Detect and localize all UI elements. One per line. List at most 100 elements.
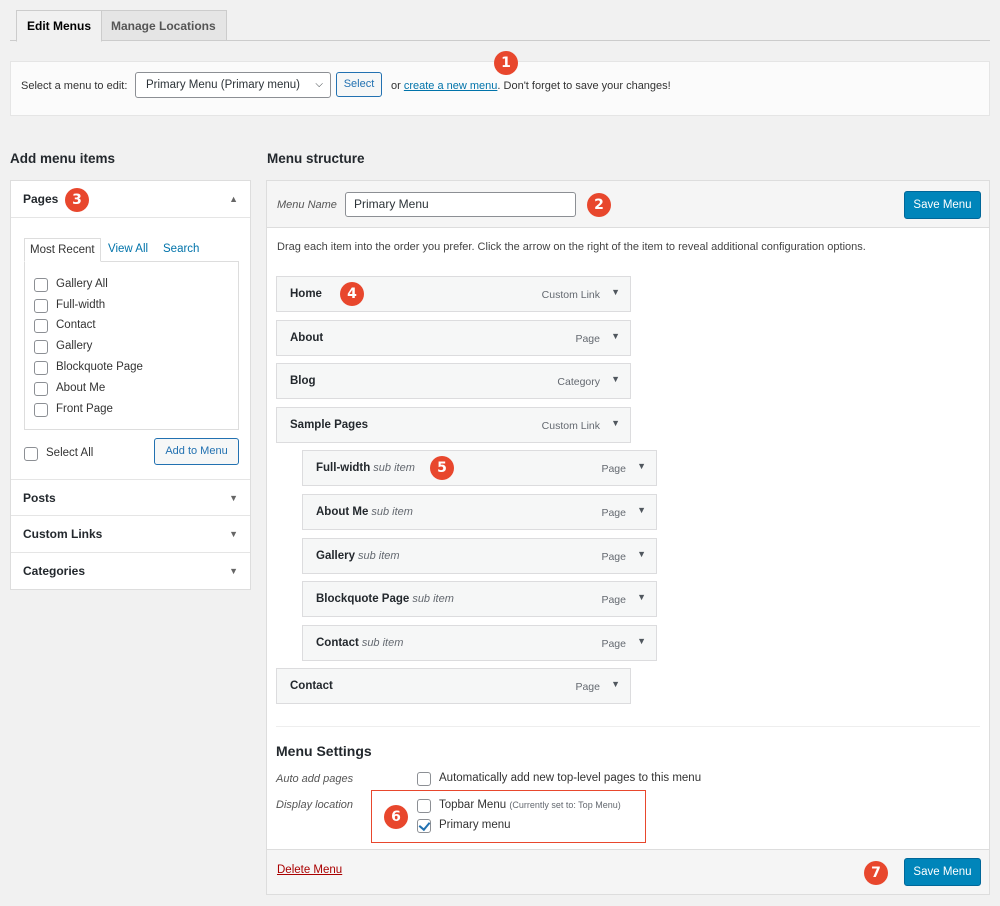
categories-section-title: Categories [23, 564, 86, 578]
list-item-label: Contact [56, 319, 96, 331]
menu-item[interactable]: Home Custom Link ▼ [276, 276, 631, 312]
primary-checkbox[interactable] [417, 819, 431, 833]
caret-down-icon[interactable]: ▼ [611, 679, 620, 689]
menu-sub-item[interactable]: About Me sub item Page ▼ [302, 494, 657, 530]
caret-down-icon[interactable]: ▼ [637, 592, 646, 602]
posts-section-header[interactable]: Posts ▼ [11, 479, 250, 516]
custom-links-section-title: Custom Links [23, 527, 103, 541]
menu-item-title: Gallery sub item [316, 550, 400, 562]
menu-item-title: Home [290, 288, 322, 300]
or-text: or [391, 80, 401, 92]
menu-structure-panel: Menu Name Primary Menu Save Menu 2 Drag … [266, 180, 990, 895]
add-menu-items-panel: Pages ▲ 3 Most Recent View All Search Ga… [10, 180, 251, 590]
checkbox[interactable] [34, 382, 48, 396]
menu-item-title: Sample Pages [290, 419, 368, 431]
auto-add-text: Automatically add new top-level pages to… [439, 772, 702, 784]
auto-add-label: Auto add pages [276, 773, 354, 785]
chevron-up-icon: ▲ [229, 194, 238, 204]
tab-most-recent[interactable]: Most Recent [24, 238, 101, 262]
menu-item-type: Custom Link [541, 420, 600, 432]
annotation-badge-3: 3 [65, 188, 89, 212]
checkbox[interactable] [34, 299, 48, 313]
checkbox[interactable] [34, 361, 48, 375]
annotation-badge-1: 1 [494, 51, 518, 75]
caret-down-icon[interactable]: ▼ [611, 331, 620, 341]
menu-sub-item[interactable]: Contact sub item Page ▼ [302, 625, 657, 661]
annotation-badge-6: 6 [384, 805, 408, 829]
menu-item[interactable]: Sample Pages Custom Link ▼ [276, 407, 631, 443]
chevron-down-icon: ▼ [229, 493, 238, 503]
caret-down-icon[interactable]: ▼ [637, 505, 646, 515]
select-button[interactable]: Select [336, 72, 382, 97]
caret-down-icon[interactable]: ▼ [611, 287, 620, 297]
instructions-text: Drag each item into the order you prefer… [277, 241, 866, 253]
divider [276, 726, 980, 727]
caret-down-icon[interactable]: ▼ [637, 461, 646, 471]
menu-item-type: Page [601, 507, 626, 519]
menu-item-type: Category [557, 376, 600, 388]
menu-item-title: Full-width sub item [316, 462, 415, 474]
pages-section-header[interactable]: Pages ▲ [11, 181, 250, 218]
menu-item-title: About [290, 332, 324, 344]
checkbox[interactable] [34, 319, 48, 333]
auto-add-checkbox[interactable] [417, 772, 431, 786]
select-all-checkbox[interactable] [24, 447, 38, 461]
display-location-label: Display location [276, 799, 354, 811]
caret-down-icon[interactable]: ▼ [637, 549, 646, 559]
tab-edit-menus[interactable]: Edit Menus [16, 10, 103, 42]
select-menu-label: Select a menu to edit: [21, 80, 128, 92]
caret-down-icon[interactable]: ▼ [611, 418, 620, 428]
annotation-badge-4: 4 [340, 282, 364, 306]
menu-name-input[interactable]: Primary Menu [345, 192, 576, 217]
menu-item[interactable]: Contact Page ▼ [276, 668, 631, 704]
checkbox[interactable] [34, 340, 48, 354]
menu-item-title: Blockquote Page sub item [316, 593, 454, 605]
menu-item-title: Contact [290, 680, 333, 692]
menu-item-title: Blog [290, 375, 316, 387]
tab-manage-locations[interactable]: Manage Locations [100, 10, 227, 41]
checkbox[interactable] [34, 278, 48, 292]
nav-tabs: Edit Menus Manage Locations [0, 0, 1000, 42]
select-all-label: Select All [46, 447, 94, 459]
menu-sub-item[interactable]: Blockquote Page sub item Page ▼ [302, 581, 657, 617]
posts-section-title: Posts [23, 491, 56, 505]
list-item-label: Gallery [56, 340, 93, 352]
create-new-menu-link[interactable]: create a new menu [404, 80, 498, 92]
add-to-menu-button[interactable]: Add to Menu [154, 438, 239, 465]
list-item-label: About Me [56, 382, 106, 394]
caret-down-icon[interactable]: ▼ [637, 636, 646, 646]
list-item-label: Front Page [56, 403, 113, 415]
menu-sub-item[interactable]: Gallery sub item Page ▼ [302, 538, 657, 574]
list-item-label: Blockquote Page [56, 361, 143, 373]
chevron-down-icon: ⌵ [315, 79, 323, 90]
menu-structure-heading: Menu structure [267, 151, 365, 166]
tab-view-all[interactable]: View All [103, 238, 153, 262]
menu-item-title: About Me sub item [316, 506, 413, 518]
menu-header: Menu Name Primary Menu Save Menu [267, 181, 989, 228]
menu-item-type: Custom Link [541, 289, 600, 301]
categories-section-header[interactable]: Categories ▼ [11, 553, 250, 590]
tab-search[interactable]: Search [158, 238, 204, 262]
chevron-down-icon: ▼ [229, 529, 238, 539]
menu-name-label: Menu Name [277, 199, 337, 211]
annotation-badge-2: 2 [587, 193, 611, 217]
list-item-label: Gallery All [56, 278, 108, 290]
topbar-checkbox[interactable] [417, 799, 431, 813]
display-location-highlight [371, 790, 646, 843]
save-reminder-text: . Don't forget to save your changes! [497, 80, 671, 92]
custom-links-section-header[interactable]: Custom Links ▼ [11, 516, 250, 553]
menu-item[interactable]: About Page ▼ [276, 320, 631, 356]
menu-select-value: Primary Menu (Primary menu) [146, 79, 300, 91]
save-menu-button[interactable]: Save Menu [904, 191, 981, 219]
menu-item-type: Page [575, 333, 600, 345]
save-menu-button-bottom[interactable]: Save Menu [904, 858, 981, 886]
caret-down-icon[interactable]: ▼ [611, 374, 620, 384]
menu-item-title: Contact sub item [316, 637, 404, 649]
menu-item-type: Page [601, 551, 626, 563]
menu-item-type: Page [601, 463, 626, 475]
checkbox[interactable] [34, 403, 48, 417]
menu-select[interactable]: Primary Menu (Primary menu) ⌵ [135, 72, 331, 98]
menu-sub-item[interactable]: Full-width sub item Page ▼ [302, 450, 657, 486]
delete-menu-link[interactable]: Delete Menu [277, 864, 342, 876]
menu-item[interactable]: Blog Category ▼ [276, 363, 631, 399]
